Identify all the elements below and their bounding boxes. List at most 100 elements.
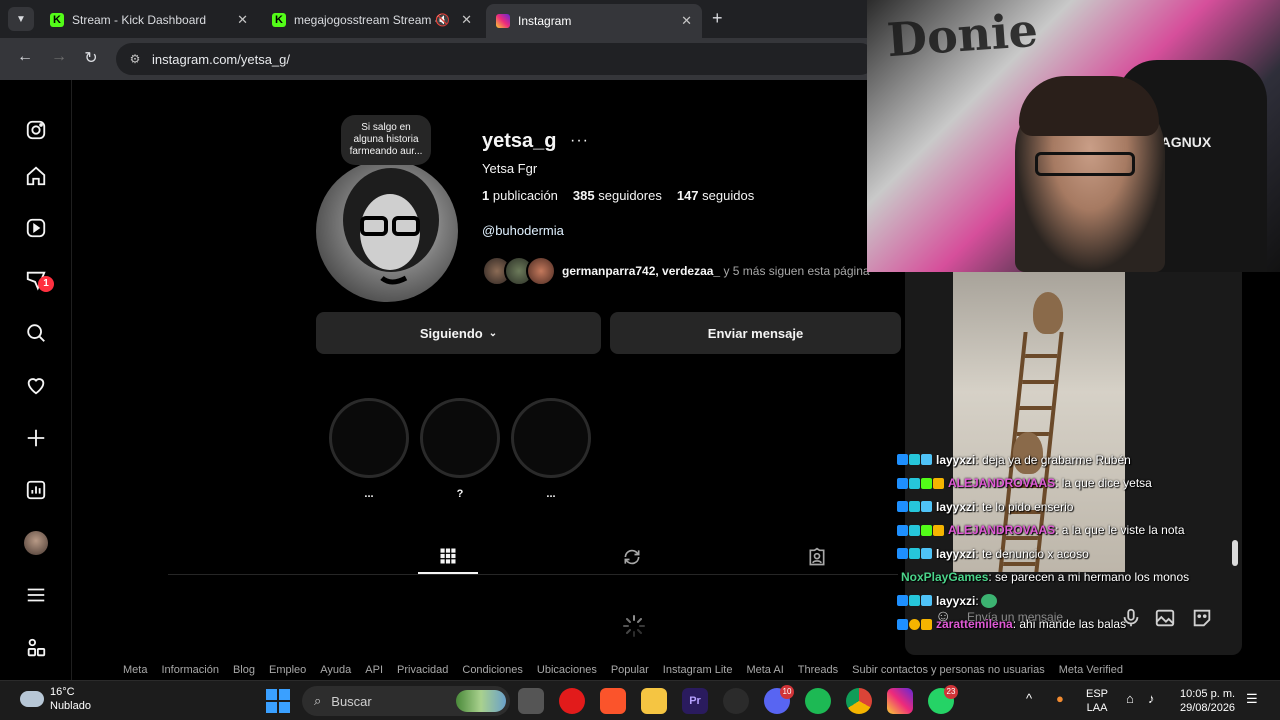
microphone-icon[interactable]: ● — [1056, 691, 1064, 706]
address-bar[interactable]: ⚙ instagram.com/yetsa_g/ — [116, 43, 876, 75]
footer-link[interactable]: Meta — [123, 664, 147, 676]
apps-icon[interactable] — [24, 636, 48, 660]
chat-message: ALEJANDROVAAS : a la que le viste la not… — [897, 519, 1237, 543]
close-icon[interactable]: ✕ — [461, 12, 472, 28]
chat-text: : a la que le viste la nota — [1055, 523, 1185, 538]
messages-icon[interactable]: 1 — [24, 268, 54, 292]
following-stat[interactable]: 147 seguidos — [677, 188, 754, 203]
profile-avatar[interactable] — [24, 531, 48, 555]
search-icon[interactable] — [24, 321, 48, 345]
taskbar-search[interactable]: ⌕ Buscar — [302, 686, 510, 716]
story-highlight[interactable] — [329, 398, 409, 478]
user-badges — [897, 595, 932, 607]
chat-username[interactable]: layyxzi — [936, 547, 975, 561]
chat-username[interactable]: layyxzi — [936, 453, 975, 467]
task-view-icon[interactable] — [518, 688, 544, 714]
followers-stat[interactable]: 385 seguidores — [573, 188, 662, 203]
chat-text: : deja ya de grabarme Rubén — [975, 452, 1131, 467]
chat-message: layyxzi : te lo pido enserio — [897, 495, 1237, 519]
footer-link[interactable]: Condiciones — [462, 664, 523, 676]
followed-by-row[interactable]: germanparra742, verdezaa_ y 5 más siguen… — [482, 256, 870, 286]
mute-icon[interactable]: 🔇 — [435, 13, 450, 27]
language-indicator[interactable]: ESP LAA — [1086, 687, 1108, 715]
premiere-icon[interactable]: Pr — [682, 688, 708, 714]
tab-search-button[interactable]: ▼ — [8, 7, 34, 31]
opera-icon[interactable] — [559, 688, 585, 714]
footer-link[interactable]: Información — [161, 664, 218, 676]
new-tab-button[interactable]: + — [712, 8, 723, 29]
chat-username[interactable]: ALEJANDROVAAS — [948, 476, 1055, 490]
following-button[interactable]: Siguiendo ⌄ — [316, 312, 601, 354]
footer-links: Meta Información Blog Empleo Ayuda API P… — [123, 664, 1123, 676]
create-plus-icon[interactable] — [24, 426, 48, 450]
send-message-button[interactable]: Enviar mensaje — [610, 312, 901, 354]
chat-text: : te lo pido enserio — [975, 499, 1074, 514]
chat-username[interactable]: layyxzi — [936, 500, 975, 514]
instagram-logo-icon[interactable] — [24, 118, 48, 142]
home-icon[interactable] — [24, 164, 48, 188]
instagram-app-icon[interactable] — [887, 688, 913, 714]
profile-note[interactable]: Si salgo en alguna historia farmeando au… — [341, 115, 431, 165]
footer-link[interactable]: Ayuda — [320, 664, 351, 676]
more-options-icon[interactable]: ··· — [570, 132, 589, 150]
footer-link[interactable]: API — [365, 664, 383, 676]
notifications-icon[interactable]: ☰ — [1246, 691, 1258, 707]
tab-posts[interactable] — [418, 540, 478, 574]
tab-reposts[interactable] — [602, 540, 662, 574]
file-explorer-icon[interactable] — [641, 688, 667, 714]
close-icon[interactable]: ✕ — [237, 12, 248, 28]
site-info-icon[interactable]: ⚙ — [126, 50, 144, 68]
footer-link[interactable]: Empleo — [269, 664, 306, 676]
grid-icon — [440, 548, 456, 564]
footer-link[interactable]: Meta Verified — [1059, 664, 1123, 676]
footer-link[interactable]: Threads — [798, 664, 838, 676]
forward-icon[interactable]: → — [48, 48, 70, 66]
obs-icon[interactable] — [723, 688, 749, 714]
network-icon[interactable]: ⌂ — [1126, 691, 1134, 706]
back-icon[interactable]: ← — [14, 48, 36, 66]
footer-link[interactable]: Meta AI — [746, 664, 783, 676]
temperature: 16°C — [50, 686, 75, 698]
clock[interactable]: 10:05 p. m. 29/08/2026 — [1180, 687, 1235, 715]
footer-link[interactable]: Privacidad — [397, 664, 448, 676]
chrome-icon[interactable] — [846, 688, 872, 714]
chat-username[interactable]: layyxzi — [936, 594, 975, 608]
chat-username[interactable]: ALEJANDROVAAS — [948, 523, 1055, 537]
instagram-icon — [496, 14, 510, 28]
tab-kick-dashboard[interactable]: K Stream - Kick Dashboard ✕ — [40, 5, 258, 35]
close-icon[interactable]: ✕ — [681, 13, 692, 29]
profile-picture[interactable] — [316, 160, 458, 302]
reels-icon[interactable] — [24, 216, 48, 240]
instagram-sidebar: 1 — [0, 80, 72, 680]
weather-widget[interactable]: 16°C Nublado — [20, 685, 91, 713]
footer-link[interactable]: Instagram Lite — [663, 664, 733, 676]
footer-link[interactable]: Blog — [233, 664, 255, 676]
weather-condition: Nublado — [50, 700, 91, 712]
bio-mention-link[interactable]: @buhodermia — [482, 223, 564, 238]
spotify-icon[interactable] — [805, 688, 831, 714]
tab-title: megajogosstream Stream - — [294, 13, 439, 27]
brave-icon[interactable] — [600, 688, 626, 714]
chevron-up-icon[interactable]: ^ — [1026, 691, 1032, 706]
chat-text: : la que dice yetsa — [1055, 476, 1152, 491]
footer-link[interactable]: Popular — [611, 664, 649, 676]
dashboard-icon[interactable] — [24, 478, 48, 502]
discord-badge: 10 — [780, 685, 794, 699]
story-highlight[interactable] — [420, 398, 500, 478]
chat-username[interactable]: zarattemilena — [936, 617, 1013, 631]
volume-icon[interactable]: ♪ — [1148, 691, 1155, 706]
webcam-overlay: Donie MAGNUX — [867, 0, 1280, 272]
tab-title: Stream - Kick Dashboard — [72, 13, 207, 27]
windows-start-icon[interactable] — [266, 689, 290, 713]
chat-username[interactable]: NoxPlayGames — [901, 570, 988, 584]
footer-link[interactable]: Ubicaciones — [537, 664, 597, 676]
reload-icon[interactable]: ↻ — [80, 48, 102, 68]
heart-icon[interactable] — [24, 373, 48, 397]
tab-megajogosstream[interactable]: K megajogosstream Stream - 🔇 ✕ — [262, 5, 482, 35]
chat-text: : se parecen a mi hermano los monos — [988, 570, 1190, 585]
tab-tagged[interactable] — [787, 540, 847, 574]
footer-link[interactable]: Subir contactos y personas no usuarias — [852, 664, 1045, 676]
story-highlight[interactable] — [511, 398, 591, 478]
menu-icon[interactable] — [24, 583, 48, 607]
tab-instagram[interactable]: Instagram ✕ — [486, 4, 702, 38]
